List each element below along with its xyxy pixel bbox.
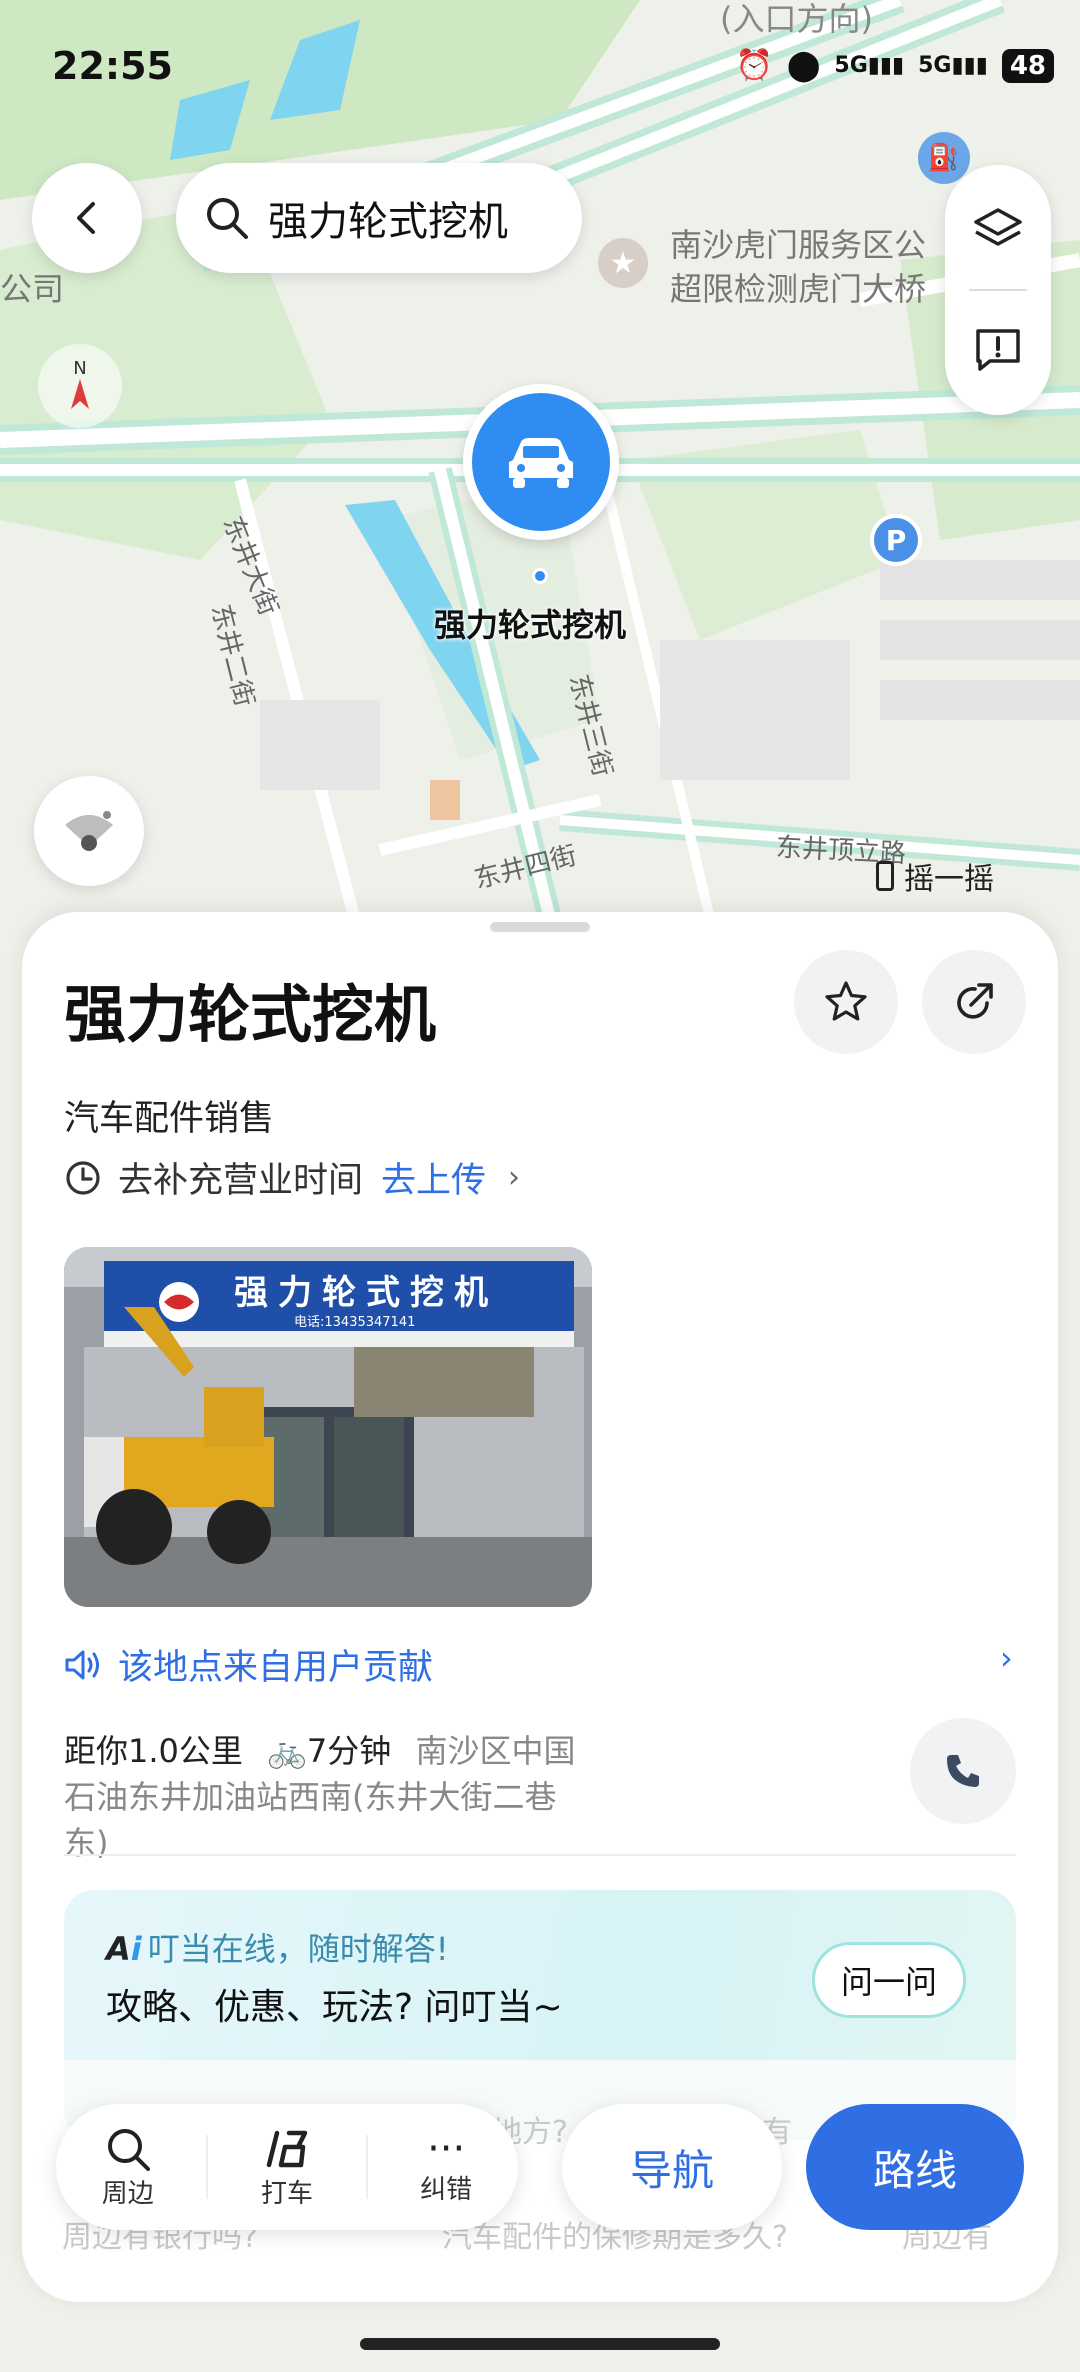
shake-label: 摇一摇 [904, 862, 994, 897]
photo-sign-phone: 电话:13435347141 [294, 1315, 416, 1330]
alarm-icon: ⏰ [735, 48, 773, 83]
place-photo[interactable]: 强力轮式挖机 电话:13435347141 [64, 1247, 592, 1607]
layers-icon [974, 208, 1022, 246]
search-icon [207, 198, 248, 239]
ai-icon: Ai [106, 1930, 142, 1968]
map-controls [945, 165, 1051, 415]
layers-button[interactable] [945, 175, 1051, 285]
star-icon [825, 981, 867, 1021]
chevron-right-icon: › [508, 1160, 521, 1195]
share-button[interactable] [922, 950, 1026, 1054]
share-icon [957, 983, 993, 1019]
hours-text: 去补充营业时间 [118, 1161, 364, 1201]
chevron-left-icon [77, 202, 95, 234]
parking-icon[interactable]: P [870, 514, 922, 566]
route-button[interactable]: 路线 [806, 2104, 1024, 2230]
search-icon [107, 2128, 150, 2171]
nearby-label: 周边 [101, 2178, 154, 2209]
signal-icon-2: 5G▮▮▮ [918, 53, 988, 78]
navigate-button[interactable]: 导航 [562, 2104, 782, 2230]
ai-subtitle-row: Ai 叮当在线，随时解答! [106, 1924, 449, 1970]
feedback-button[interactable] [945, 295, 1051, 405]
shake-button[interactable]: 摇一摇 [876, 854, 994, 898]
search-bar[interactable]: 强力轮式挖机 [176, 163, 582, 273]
poi-dot [532, 568, 548, 584]
ai-assistant-card[interactable]: Ai 叮当在线，随时解答! 攻略、优惠、玩法? 问叮当~ 问一问 [64, 1890, 1016, 2140]
car-icon [472, 393, 610, 531]
section-divider [64, 1854, 1016, 1856]
wifi-location-icon [65, 811, 113, 851]
sheet-drag-handle[interactable] [490, 922, 590, 932]
place-title: 强力轮式挖机 [64, 978, 437, 1051]
home-indicator[interactable] [360, 2338, 720, 2350]
phone-call-icon [947, 1755, 979, 1787]
map-label-inspection: 超限检测虎门大桥 [670, 270, 927, 308]
phone-icon [876, 861, 894, 891]
more-button[interactable]: ··· 纠错 [381, 2129, 511, 2206]
place-category: 汽车配件销售 [64, 1099, 275, 1139]
battery-icon: 48 [1001, 48, 1054, 83]
ai-subtitle: 叮当在线，随时解答! [147, 1930, 449, 1968]
upload-link[interactable]: 去上传 [381, 1152, 486, 1203]
call-button[interactable] [910, 1718, 1016, 1824]
poi-marker[interactable] [463, 384, 619, 540]
location-button[interactable] [34, 776, 144, 886]
business-hours-row[interactable]: 去补充营业时间 去上传 › [64, 1152, 520, 1203]
nearby-button[interactable]: 周边 [63, 2125, 193, 2210]
ride-time: 7分钟 [306, 1732, 392, 1770]
map-label-service-area: 南沙虎门服务区公 [670, 226, 927, 264]
user-contribution-row[interactable]: 该地点来自用户贡献 [64, 1639, 433, 1690]
map-view[interactable]: (入口方向) 南沙虎门服务区公 超限检测虎门大桥 公司 ★ ⛽ N P 东井大街… [0, 0, 1080, 960]
speaker-icon [65, 1650, 99, 1679]
search-query: 强力轮式挖机 [268, 199, 508, 245]
more-label: 纠错 [420, 2174, 473, 2205]
bar-divider [206, 2135, 209, 2199]
clock-icon [66, 1160, 100, 1195]
signal-icon: 5G▮▮▮ [834, 53, 905, 78]
ai-main-text: 攻略、优惠、玩法? 问叮当~ [106, 1987, 563, 2028]
compass-icon[interactable]: N [38, 344, 122, 428]
location-icon: ⬤ [786, 48, 821, 83]
more-icon: ··· [427, 2125, 466, 2172]
photo-sign-text: 强力轮式挖机 [234, 1273, 498, 1313]
bike-icon: 🚲 [267, 1732, 307, 1770]
map-label-company: 公司 [0, 270, 65, 308]
bottom-action-bar: 周边 打车 ··· 纠错 [56, 2104, 518, 2230]
bar-divider [365, 2135, 368, 2199]
compass-north-label: N [73, 357, 87, 379]
compass-needle [71, 378, 89, 409]
distance-address: 距你1.0公里 🚲7分钟 南沙区中国石油东井加油站西南(东井大街二巷东) [64, 1728, 584, 1866]
taxi-icon [266, 2130, 308, 2167]
taxi-button[interactable]: 打车 [222, 2125, 352, 2210]
poi-map-label: 强力轮式挖机 [434, 606, 627, 644]
status-time: 22:55 [52, 44, 173, 88]
distance-text: 距你1.0公里 [64, 1732, 243, 1770]
contribution-text: 该地点来自用户贡献 [118, 1648, 434, 1688]
contribution-chevron-icon: › [1000, 1639, 1013, 1677]
favorite-button[interactable] [794, 950, 898, 1054]
ask-button[interactable]: 问一问 [812, 1942, 966, 2018]
status-bar: 22:55 ⏰ ⬤ 5G▮▮▮ 5G▮▮▮ 48 [0, 0, 1080, 130]
taxi-label: 打车 [260, 2178, 313, 2209]
feedback-icon [976, 329, 1020, 371]
service-area-icon[interactable]: ★ [598, 238, 648, 288]
place-detail-sheet[interactable]: 强力轮式挖机 汽车配件销售 去补充营业时间 去上传 › 强力轮式挖机 电话:13… [22, 912, 1058, 2302]
controls-divider [969, 289, 1027, 291]
back-button[interactable] [32, 163, 142, 273]
